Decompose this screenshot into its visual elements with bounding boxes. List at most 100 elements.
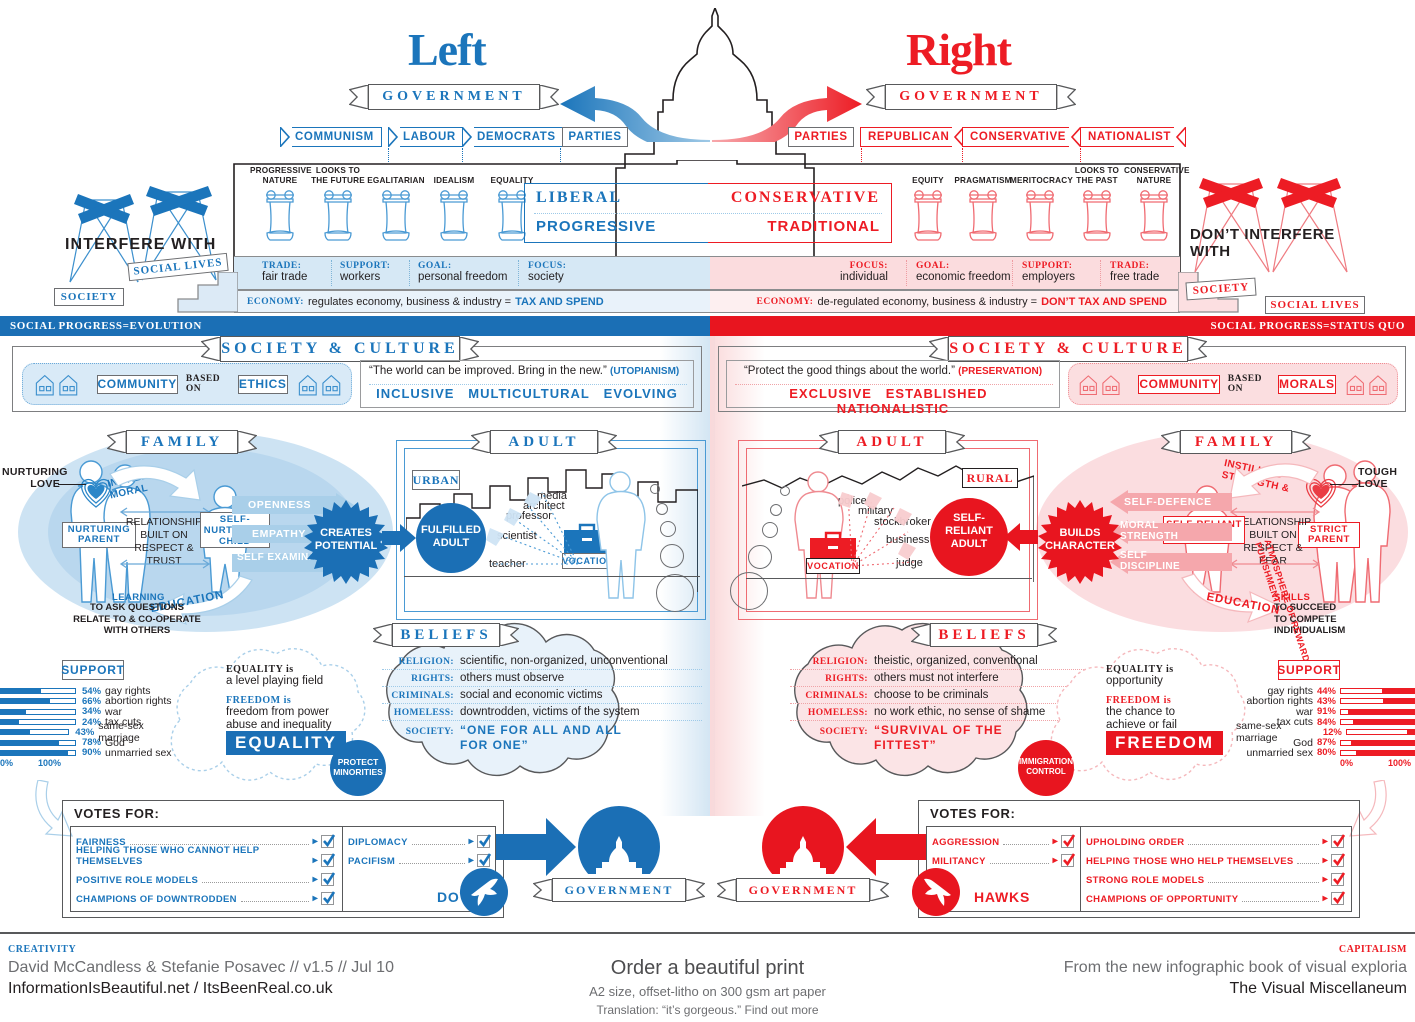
pillar-label: MERITOCRACY: [1010, 175, 1074, 185]
vote-item[interactable]: STRONG ROLE MODELS ▸: [1086, 867, 1346, 886]
vote-item[interactable]: CHAMPIONS OF DOWNTRODDEN ▸: [76, 886, 336, 905]
pillar-label: IDEALISM: [433, 175, 475, 185]
beliefs-banner-right: BELIEFS: [911, 623, 1057, 647]
attr-divider: [1012, 260, 1013, 286]
vote-checkbox[interactable]: [1331, 853, 1346, 867]
community-basis-right: MORALS: [1278, 374, 1336, 394]
bubble: [780, 486, 790, 496]
stance-liberal: LIBERAL: [536, 189, 623, 206]
vote-checkbox[interactable]: [477, 853, 492, 867]
vote-checkbox[interactable]: [477, 834, 492, 848]
party-tag-nationalist[interactable]: NATIONALIST: [1080, 127, 1187, 147]
beliefs-banner-left: BELIEFS: [373, 623, 519, 647]
vote-label: POSITIVE ROLE MODELS: [76, 875, 199, 886]
support-bars-right: gay rights 44% abortion rights 43% war 91% tax…: [1236, 685, 1415, 759]
family-banner-right: FAMILY: [1161, 430, 1311, 454]
support-bars-left: 54% gay rights 66% abortion rights 34% war 24%…: [0, 685, 180, 759]
belief-key: RIGHTS:: [411, 674, 454, 684]
footer-right-tag: CAPITALISM: [1338, 944, 1407, 955]
vote-checkbox[interactable]: [321, 891, 336, 905]
freedom-key-left: FREEDOM is: [226, 695, 292, 706]
party-tag-communism[interactable]: COMMUNISM: [280, 127, 382, 147]
party-tag-republican[interactable]: REPUBLICAN: [860, 127, 965, 147]
support-bar-track: [0, 739, 76, 746]
attribute-value: free trade: [1110, 271, 1160, 283]
government-footer-left-label: GOVERNMENT: [564, 882, 674, 897]
vote-checkbox[interactable]: [1061, 834, 1076, 848]
vote-checkbox[interactable]: [1061, 853, 1076, 867]
attribute-key: SUPPORT:: [340, 261, 391, 271]
vote-item[interactable]: DIPLOMACY ▸: [348, 829, 492, 848]
vote-checkbox[interactable]: [321, 834, 336, 848]
vote-checkbox[interactable]: [321, 872, 336, 886]
page-title-right: Right: [906, 24, 1012, 75]
vote-item[interactable]: CHAMPIONS OF OPPORTUNITY ▸: [1086, 886, 1346, 905]
party-tag-labour[interactable]: LABOUR: [388, 127, 464, 147]
economy-text-right: de-regulated economy, business & industr…: [817, 295, 1038, 308]
arrow-into-fulfilled-adult: [382, 524, 416, 552]
party-tag-conservative[interactable]: CONSERVATIVE: [962, 127, 1082, 147]
axis-tick-min-right: 0%: [1340, 758, 1354, 768]
vote-item[interactable]: AGGRESSION ▸: [932, 829, 1076, 848]
party-tag-democrats-label: DEMOCRATS: [477, 131, 556, 143]
attr-divider: [518, 260, 519, 286]
government-banner-right: GOVERNMENT: [866, 84, 1076, 110]
social-progress-bar-left: SOCIAL PROGRESS=EVOLUTION: [0, 316, 710, 336]
government-banner-left: GOVERNMENT: [349, 84, 559, 110]
vote-item[interactable]: MILITANCY ▸: [932, 848, 1076, 867]
vote-item[interactable]: HELPING THOSE WHO HELP THEMSELVES ▸: [1086, 848, 1346, 867]
vote-item[interactable]: HELPING THOSE WHO CANNOT HELP THEMSELVES…: [76, 845, 336, 867]
vote-label: DIPLOMACY: [348, 837, 408, 848]
support-bar-row: 66% abortion rights: [0, 695, 180, 707]
ribbon-tail-right: [237, 431, 257, 453]
social-progress-left-label: SOCIAL PROGRESS=EVOLUTION: [10, 320, 202, 332]
belief-key: CRIMINALS:: [391, 691, 454, 701]
equality-value-left: a level playing field: [226, 675, 324, 687]
belief-value: social and economic victims: [460, 689, 603, 701]
vote-item[interactable]: PACIFISM ▸: [348, 848, 492, 867]
vote-item[interactable]: UPHOLDING ORDER ▸: [1086, 829, 1346, 848]
footer-center-line2[interactable]: Translation: “it’s gorgeous.” Find out m…: [470, 1003, 945, 1017]
pillar-label: PRAGMATISM: [954, 175, 1012, 185]
based-on-right: BASED ON: [1227, 374, 1262, 394]
community-word-left: COMMUNITY: [96, 374, 178, 394]
society-quote-left: “The world can be improved. Bring in the…: [369, 365, 607, 377]
support-bar-track: [1340, 688, 1415, 695]
vote-item[interactable]: POSITIVE ROLE MODELS ▸: [76, 867, 336, 886]
attribute-trade-left: TRADE: fair trade: [262, 261, 307, 283]
family-banner-left-label: FAMILY: [140, 433, 224, 450]
creates-potential-label: CREATES POTENTIAL: [314, 527, 378, 552]
attribute-value: personal freedom: [418, 271, 508, 283]
support-bar-label: unmarried sex: [1246, 746, 1313, 759]
ribbon-tail-left: [1161, 431, 1181, 453]
support-bar-fill: [1350, 740, 1415, 745]
attribute-value: fair trade: [262, 271, 308, 283]
social-progress-bar-right: SOCIAL PROGRESS=STATUS QUO: [710, 316, 1415, 336]
bubble: [660, 521, 676, 537]
belief-value: theistic, organized, conventional: [874, 655, 1038, 667]
ribbon-tail-left: [533, 879, 553, 901]
ribbon-tail-right: [1187, 337, 1207, 361]
footer-credits-line2[interactable]: InformationIsBeautiful.net / ItsBeenReal…: [8, 980, 333, 998]
vote-label: HELPING THOSE WHO HELP THEMSELVES: [1086, 856, 1294, 867]
vote-checkbox[interactable]: [1331, 891, 1346, 905]
support-bar-fill: [1, 709, 27, 714]
arrow-glyph: ▸: [1322, 836, 1328, 847]
freedom-value-right: the chance to achieve or fail: [1106, 706, 1177, 731]
society-banner-right-label: SOCIETY & CULTURE: [949, 340, 1187, 357]
child-arrow-openness-label: OPENNESS: [248, 499, 312, 511]
belief-row: RIGHTS: others must observe: [382, 670, 702, 686]
vote-checkbox[interactable]: [321, 853, 336, 867]
vote-checkbox[interactable]: [1331, 834, 1346, 848]
dot-leader: [399, 863, 465, 864]
economy-key-left: ECONOMY:: [247, 296, 304, 307]
pillar-progressive-nature: PROGRESSIVE NATURE: [250, 166, 312, 247]
ribbon-tail-left: [349, 85, 369, 109]
ribbon-tail-left: [201, 337, 221, 361]
party-tag-democrats[interactable]: DEMOCRATS: [462, 127, 564, 147]
nurturing-love-label: NURTURING LOVE: [2, 466, 68, 490]
quote-divider: [369, 384, 687, 385]
footer-center-title: Order a beautiful print: [610, 957, 805, 979]
vote-checkbox[interactable]: [1331, 872, 1346, 886]
support-bar-track: [0, 719, 76, 726]
